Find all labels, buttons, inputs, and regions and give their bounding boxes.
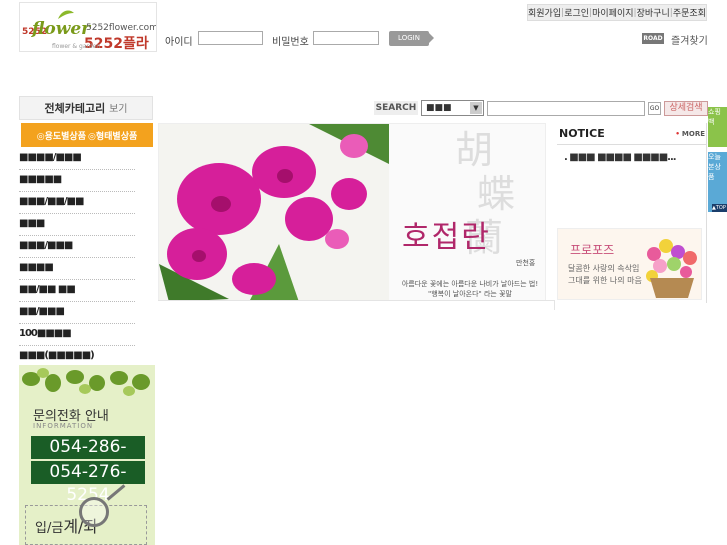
top-menu: 회원가입 | 로그인 | 마이페이지 | 장바구니 | 주문조회 [527, 4, 707, 21]
propose-banner[interactable]: 프로포즈 달콤한 사랑의 속삭임 그대를 위한 나의 마음 [557, 228, 702, 300]
logo-tagline: flower & garden [52, 43, 101, 50]
magnifier-icon [79, 497, 109, 527]
logo-script: flower [32, 19, 91, 39]
category-item[interactable]: ■■■/■■■ [19, 237, 135, 258]
menu-login[interactable]: 로그인 [564, 6, 589, 19]
password-input[interactable] [313, 31, 379, 45]
menu-join[interactable]: 회원가입 [528, 6, 561, 19]
notice-right-border [706, 123, 707, 303]
phone-number-2: 054-276-5254 [31, 461, 145, 505]
propose-title: 프로포즈 [570, 243, 615, 257]
leaves-decoration-icon [22, 368, 150, 396]
category-list: ■■■■/■■■ ■■■■■ ■■■/■■/■■ ■■■ ■■■/■■■ ■■■… [19, 149, 135, 369]
menu-cart[interactable]: 장바구니 [637, 6, 670, 19]
id-label: 아이디 [165, 37, 193, 48]
category-item[interactable]: ■■/■■■ [19, 303, 135, 324]
notice-title: NOTICE [559, 127, 605, 140]
search-input[interactable] [487, 101, 645, 116]
category-item[interactable]: ■■/■■ ■■ [19, 281, 135, 302]
category-item[interactable]: 100■■■■ [19, 325, 135, 346]
banner-bottom-border [158, 300, 555, 310]
search-go-button[interactable]: GO [648, 102, 661, 115]
category-header[interactable]: 전체카테고리 보기 [19, 96, 153, 120]
main-banner[interactable]: 胡 蝶 蘭 호접란 만천홍 아름다운 꽃에는 아름다운 나비가 날아드는 법! … [158, 123, 546, 301]
password-label: 비밀번호 [272, 37, 309, 48]
shopping-bag-floater[interactable]: 쇼핑백 [708, 107, 727, 147]
advanced-search-button[interactable]: 상세검색 [664, 101, 708, 116]
inquiry-subtitle: INFORMATION [33, 422, 94, 430]
tab-by-use[interactable]: ◎용도별상품 [37, 129, 86, 142]
login-button[interactable]: LOGIN [389, 31, 434, 46]
notice-more-link[interactable]: MORE [675, 130, 705, 138]
favorites-link[interactable]: 즐겨찾기 [671, 32, 708, 47]
menu-mypage[interactable]: 마이페이지 [592, 6, 633, 19]
category-item[interactable]: ■■■■/■■■ [19, 149, 135, 170]
category-item[interactable]: ■■■ [19, 215, 135, 236]
category-view: 보기 [109, 104, 128, 115]
category-item[interactable]: ■■■■ [19, 259, 135, 280]
category-item[interactable]: ■■■/■■/■■ [19, 193, 135, 214]
tab-by-type[interactable]: ◎형태별상품 [88, 129, 137, 142]
banner-title: 호접란 [402, 220, 491, 255]
category-item[interactable]: ■■■■■ [19, 171, 135, 192]
banner-description: 아름다운 꽃에는 아름다운 나비가 날아드는 법! "행복이 날아온다" 라는 … [401, 280, 539, 298]
account-prefix: 입/금 [35, 521, 64, 536]
flower-basket-image [646, 239, 697, 298]
phone-number-1: 054-286-5252 [31, 436, 145, 480]
road-badge: ROAD [642, 33, 664, 44]
orchid-image [159, 124, 389, 300]
search-label: SEARCH [374, 101, 418, 115]
id-input[interactable] [198, 31, 263, 45]
top-button[interactable]: ▲TOP [712, 204, 727, 212]
notice-item[interactable]: . ■■■ ■■■■ ■■■■... [564, 152, 677, 163]
inquiry-panel: 문의전화 안내 INFORMATION 054-286-5252 054-276… [19, 365, 155, 545]
recent-items-floater[interactable]: 오늘본상품 [708, 152, 727, 212]
menu-order-status[interactable]: 주문조회 [673, 6, 706, 19]
category-tabs: ◎용도별상품 ◎형태별상품 [21, 123, 153, 147]
category-title: 전체카테고리 [44, 102, 106, 115]
site-logo[interactable]: 5252 flower 5252flower.com 5252플라워 flowe… [19, 2, 157, 52]
notice-header: NOTICE MORE [557, 123, 707, 145]
banner-variety: 만천홍 [516, 259, 536, 267]
propose-text: 달콤한 사랑의 속삭임 그대를 위한 나의 마음 [568, 264, 642, 285]
search-category-select[interactable]: ■■■ [421, 100, 484, 116]
logo-url: 5252flower.com [86, 23, 157, 33]
